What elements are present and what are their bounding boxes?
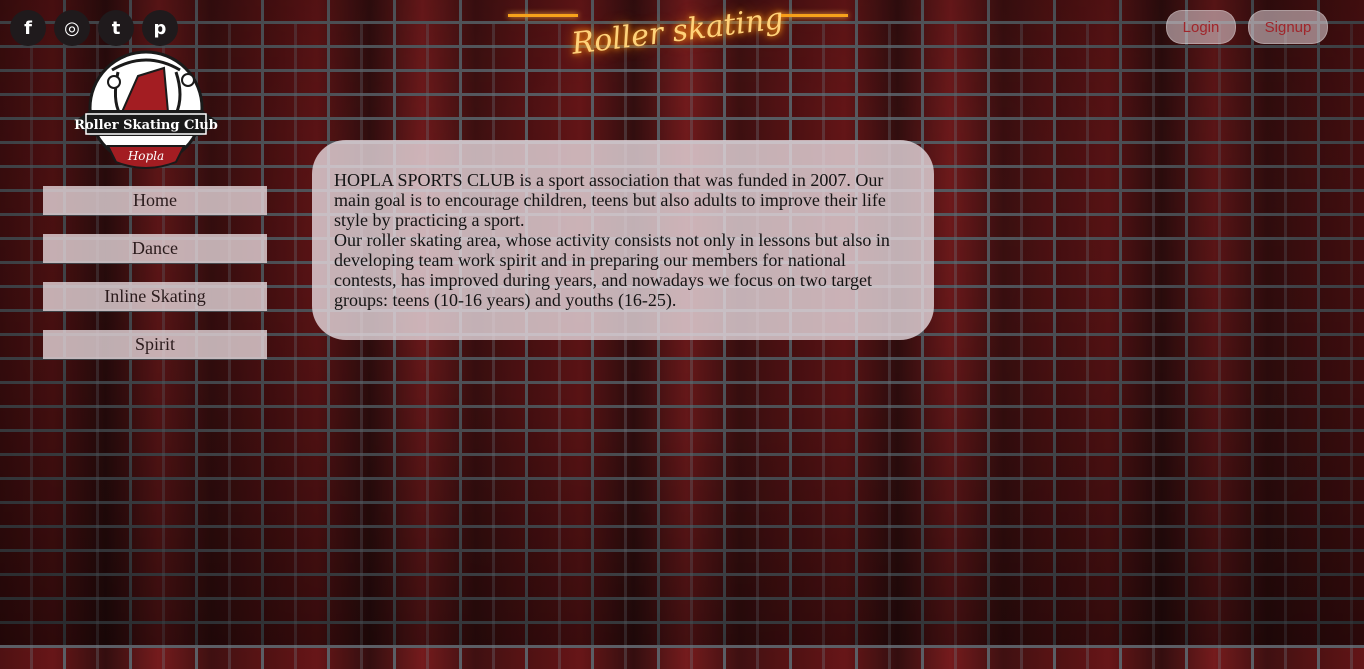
main-nav: Home Dance Inline Skating Spirit bbox=[43, 186, 267, 378]
social-links: f ◎ t p bbox=[10, 10, 178, 46]
pinterest-icon[interactable]: p bbox=[142, 10, 178, 46]
nav-item-home[interactable]: Home bbox=[43, 186, 267, 215]
logo-banner-text: Roller Skating Club bbox=[74, 118, 218, 133]
twitter-icon[interactable]: t bbox=[98, 10, 134, 46]
nav-item-dance[interactable]: Dance bbox=[43, 234, 267, 263]
instagram-icon[interactable]: ◎ bbox=[54, 10, 90, 46]
club-logo: Roller Skating Club Hopla bbox=[72, 50, 220, 178]
neon-title: Roller skating bbox=[570, 0, 786, 62]
neon-line-left bbox=[508, 14, 578, 17]
login-button[interactable]: Login bbox=[1166, 10, 1236, 44]
signup-button[interactable]: Signup bbox=[1248, 10, 1328, 44]
facebook-icon[interactable]: f bbox=[10, 10, 46, 46]
nav-item-inline-skating[interactable]: Inline Skating bbox=[43, 282, 267, 311]
auth-buttons: Login Signup bbox=[1166, 10, 1328, 44]
about-paragraph-1: HOPLA SPORTS CLUB is a sport association… bbox=[334, 170, 886, 230]
about-paragraph-2: Our roller skating area, whose activity … bbox=[334, 230, 890, 310]
neon-sign: Roller skating bbox=[508, 0, 848, 66]
logo-ribbon-text: Hopla bbox=[127, 149, 164, 163]
about-panel: HOPLA SPORTS CLUB is a sport association… bbox=[312, 140, 934, 340]
neon-line-right bbox=[778, 14, 848, 17]
nav-item-spirit[interactable]: Spirit bbox=[43, 330, 267, 359]
